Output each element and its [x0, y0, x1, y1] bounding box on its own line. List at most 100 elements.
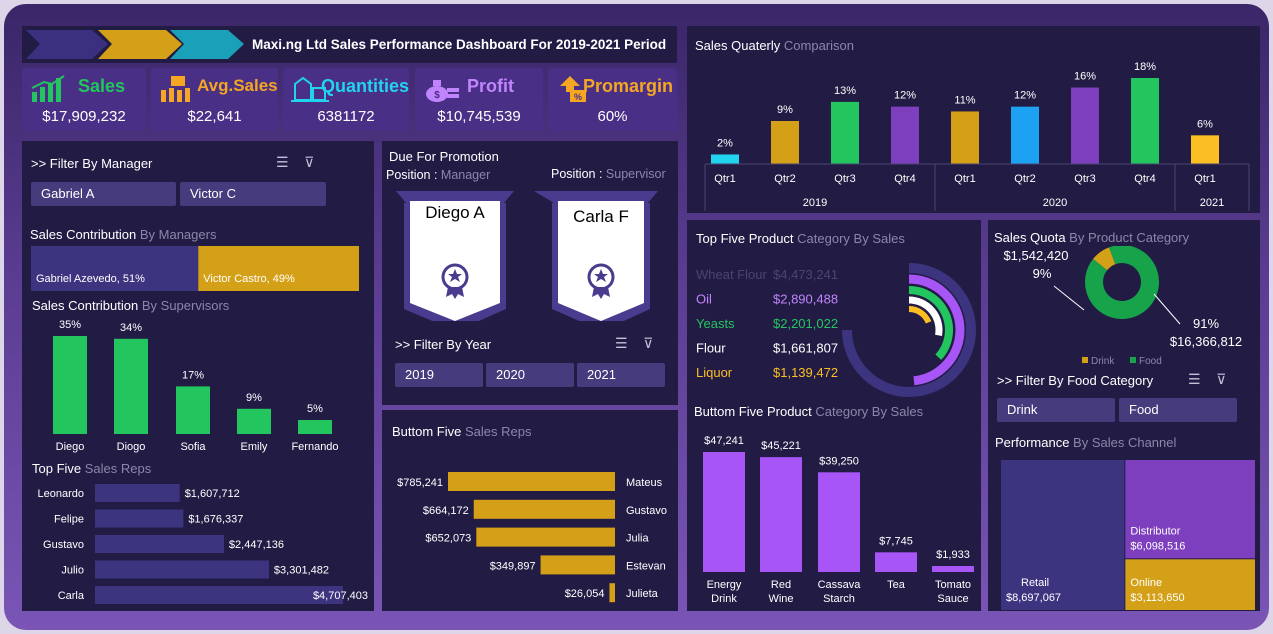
bottom-rep-value: $652,073: [425, 533, 471, 545]
quota-leader-drink: [1053, 285, 1085, 311]
quota-legend-label: Food: [1139, 356, 1162, 367]
supervisors-title-sub: By Supervisors: [141, 298, 230, 313]
dashboard-frame: Maxi.ng Ltd Sales Performance Dashboard …: [4, 4, 1269, 630]
supervisor-position: Position : Supervisor: [551, 167, 666, 181]
supervisor-axis-label: Diogo: [117, 441, 146, 453]
channel-title: Performance By Sales Channel: [995, 435, 1176, 450]
top-reps-title-sub: Sales Reps: [84, 461, 152, 476]
quarterly-bar: [951, 111, 979, 164]
bottom-product-value: $1,933: [936, 549, 970, 561]
quarterly-bar-label: 11%: [954, 94, 975, 106]
top-product-value: $2,890,488: [773, 292, 838, 307]
bottom-product-bar: [932, 566, 974, 572]
bottom-products-title-main: Buttom Five Product: [694, 404, 812, 419]
food-option-food[interactable]: Food: [1119, 398, 1237, 422]
supervisor-bar: [237, 408, 271, 434]
food-option-drink[interactable]: Drink: [997, 398, 1115, 422]
bottom-product-bar: [875, 552, 917, 572]
promotion-title: Due For Promotion: [389, 149, 499, 164]
kpi-promargin-value: 60%: [597, 108, 628, 125]
quarterly-bar: [771, 121, 799, 164]
manager-position-label: Position :: [386, 168, 438, 182]
kpi-avg-sales-label: Avg.Sales: [197, 76, 278, 95]
kpi-quantities: Quantities 6381172: [283, 68, 409, 131]
quarterly-axis-label: Qtr1: [714, 173, 735, 185]
quota-food-value: $16,366,812: [1170, 334, 1242, 349]
manager-option-gabriel[interactable]: Gabriel A: [31, 182, 176, 206]
supervisor-promotee: Carla F: [573, 207, 629, 226]
channel-value: $6,098,516: [1130, 540, 1185, 552]
quota-legend-swatch: [1082, 357, 1088, 363]
top-product-value: $4,473,241: [773, 267, 838, 282]
bottom-rep-name: Gustavo: [626, 505, 667, 517]
year-filter-title: >> Filter By Year: [395, 337, 492, 352]
bottom-products-chart: $47,241 Energy Drink $45,221 Red Wine $39,250 C…: [703, 435, 974, 605]
clear-filter-icon[interactable]: ⊽: [304, 154, 314, 170]
top-product-name: Yeasts: [696, 316, 735, 331]
channel-name: Retail: [1021, 577, 1049, 589]
top-products-title-main: Top Five Product: [696, 231, 794, 246]
quarterly-axis-label: Qtr3: [1074, 173, 1095, 185]
bottom-rep-value: $785,241: [397, 477, 443, 489]
kpi-sales: Sales $17,909,232: [22, 68, 146, 131]
manager-position-role: Manager: [440, 168, 491, 182]
calculator-icon: [161, 76, 190, 102]
top-rep-value: $1,676,337: [188, 514, 243, 526]
supervisor-bar: [114, 338, 148, 434]
bottom-rep-bar: [609, 583, 615, 603]
clear-filter-icon-food[interactable]: ⊽: [1216, 371, 1226, 387]
managers-segment-label: Victor Castro, 49%: [203, 273, 295, 285]
year-option-2020[interactable]: 2020: [486, 363, 574, 387]
top-rep-bar: [95, 586, 343, 604]
quota-drink-value: $1,542,420: [1003, 248, 1068, 263]
bottom-product-name: Tomato: [935, 579, 971, 591]
top-product-name: Wheat Flour: [696, 267, 767, 282]
supervisor-position-label: Position :: [551, 167, 603, 181]
channel-title-sub: By Sales Channel: [1073, 435, 1177, 450]
year-option-2019[interactable]: 2019: [395, 363, 483, 387]
bottom-rep-bar: [473, 499, 615, 519]
supervisor-bar-label: 35%: [59, 319, 81, 331]
header-bar: Maxi.ng Ltd Sales Performance Dashboard …: [22, 26, 677, 63]
channel-chart: Retail $8,697,067 Distributor $6,098,516 Onl…: [1001, 460, 1255, 610]
bottom-reps-panel: Buttom Five Sales Reps $785,241 Mateus $66…: [382, 410, 678, 611]
select-all-icon[interactable]: ☰: [276, 154, 289, 170]
food-filter-title: >> Filter By Food Category: [997, 373, 1154, 388]
bottom-rep-name: Julieta: [626, 588, 659, 600]
top-product-name: Liquor: [696, 365, 733, 380]
bottom-products-title: Buttom Five Product Category By Sales: [694, 404, 923, 419]
clear-filter-icon-year[interactable]: ⊽: [643, 335, 653, 351]
bottom-reps-title-main: Buttom Five: [392, 424, 462, 439]
select-all-icon-year[interactable]: ☰: [615, 335, 628, 351]
bottom-product-bar: [818, 472, 860, 572]
bottom-product-name: Starch: [823, 593, 855, 605]
quarterly-axis-label: Qtr1: [1194, 173, 1215, 185]
header-arrow-1: [26, 30, 108, 59]
bottom-product-value: $39,250: [819, 455, 859, 467]
quarterly-bar-label: 13%: [834, 85, 856, 97]
select-all-icon-food[interactable]: ☰: [1188, 371, 1201, 387]
year-option-2021[interactable]: 2021: [577, 363, 665, 387]
managers-segment-label: Gabriel Azevedo, 51%: [36, 273, 145, 285]
left-panel: >> Filter By Manager ☰ ⊽ Gabriel A Victo…: [22, 141, 374, 611]
kpi-avg-sales: Avg.Sales $22,641: [151, 68, 278, 131]
top-rep-value: $3,301,482: [274, 565, 329, 577]
quarterly-bar: [891, 106, 919, 164]
supervisors-title: Sales Contribution By Supervisors: [32, 298, 229, 313]
channel-cell: [1001, 460, 1125, 610]
quarterly-bar-label: 18%: [1134, 61, 1156, 73]
bottom-rep-value: $664,172: [423, 505, 469, 517]
manager-option-victor[interactable]: Victor C: [180, 182, 326, 206]
quarterly-bar: [1191, 135, 1219, 164]
bottom-product-value: $47,241: [704, 435, 744, 447]
bar-chart-icon: [31, 75, 65, 102]
channel-title-main: Performance: [995, 435, 1070, 450]
quarterly-bar-label: 2%: [717, 137, 733, 149]
svg-text:$: $: [434, 90, 440, 101]
managers-title: Sales Contribution By Managers: [30, 227, 216, 242]
quota-title: Sales Quota By Product Category: [994, 230, 1189, 245]
top-rep-name: Leonardo: [38, 488, 85, 500]
top-rep-name: Carla: [58, 590, 85, 602]
bottom-rep-name: Julia: [626, 533, 650, 545]
bottom-rep-value: $349,897: [490, 560, 536, 572]
